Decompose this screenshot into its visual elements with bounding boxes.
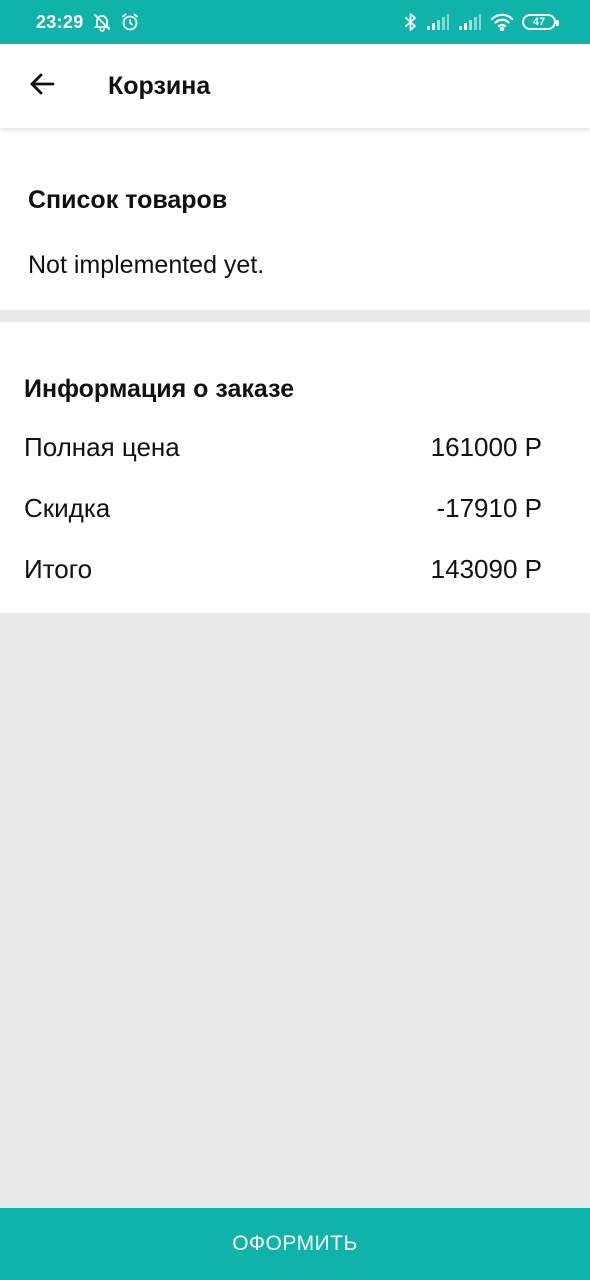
status-time: 23:29 bbox=[36, 11, 84, 32]
arrow-left-icon bbox=[28, 70, 56, 103]
products-placeholder-text: Not implemented yet. bbox=[28, 251, 265, 279]
order-row-label: Скидка bbox=[24, 493, 111, 523]
order-row-total: Итого 143090 Р bbox=[24, 554, 542, 585]
order-info-card: Информация о заказе Полная цена 161000 Р… bbox=[0, 322, 590, 613]
battery-icon: 47 bbox=[522, 14, 559, 30]
bell-off-icon bbox=[92, 12, 112, 32]
status-right: 47 bbox=[404, 12, 559, 32]
signal-icon bbox=[426, 13, 450, 31]
back-button[interactable] bbox=[16, 60, 68, 112]
bluetooth-icon bbox=[404, 12, 418, 32]
order-row-value: -17910 Р bbox=[436, 493, 542, 523]
order-row-full-price: Полная цена 161000 Р bbox=[24, 432, 542, 463]
signal-icon bbox=[458, 13, 482, 31]
order-row-label: Полная цена bbox=[24, 432, 180, 462]
order-row-discount: Скидка -17910 Р bbox=[24, 493, 542, 524]
order-row-value: 143090 Р bbox=[430, 554, 542, 584]
order-info-title: Информация о заказе bbox=[24, 375, 295, 403]
status-bar: 23:29 47 bbox=[0, 0, 590, 44]
order-row-label: Итого bbox=[24, 554, 93, 584]
app-bar: Корзина bbox=[0, 44, 590, 128]
order-row-value: 161000 Р bbox=[430, 432, 542, 462]
wifi-icon bbox=[490, 13, 514, 31]
products-card: Список товаров Not implemented yet. bbox=[0, 128, 590, 310]
products-section-title: Список товаров bbox=[28, 186, 228, 214]
checkout-button[interactable]: ОФОРМИТЬ bbox=[0, 1208, 590, 1280]
status-left: 23:29 bbox=[36, 12, 140, 33]
page-title: Корзина bbox=[108, 71, 211, 100]
alarm-icon bbox=[120, 12, 140, 32]
